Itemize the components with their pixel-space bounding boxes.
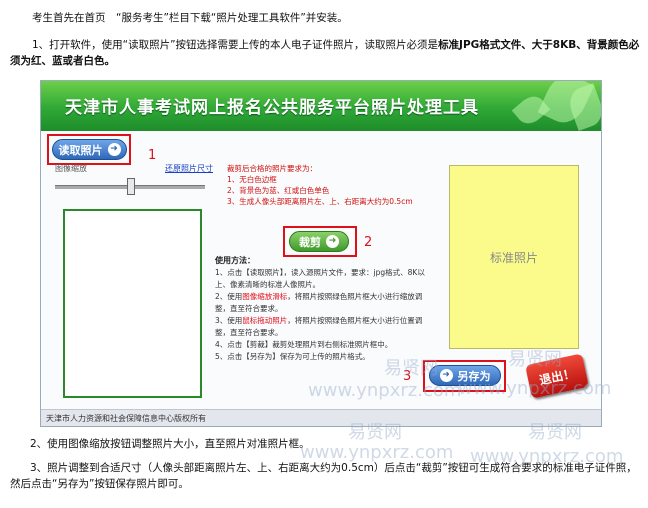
photo-crop-frame[interactable] <box>63 209 202 398</box>
app-title: 天津市人事考试网上报名公共服务平台照片处理工具 <box>65 98 479 118</box>
zoom-slider-thumb[interactable] <box>127 178 135 195</box>
usage-item: 3、使用鼠标拖动照片，将照片按照绿色照片框大小进行位置调整，直至符合要求。 <box>215 315 425 339</box>
read-photo-button[interactable]: 读取照片 ➜ <box>52 139 127 160</box>
marker-1: 1 <box>148 148 157 163</box>
usage-title: 使用方法： <box>215 256 255 265</box>
watermark: www.ynpxrz.com <box>300 442 454 463</box>
step1-text: 1、打开软件，使用“读取照片”按钮选择需要上传的本人电子证件照片，读取照片必须是… <box>10 37 642 69</box>
read-photo-label: 读取照片 <box>58 143 103 157</box>
photo-tool-window: 天津市人事考试网上报名公共服务平台照片处理工具 读取照片 ➜ 1 图像缩放 还原… <box>40 80 602 427</box>
step1-lead: 1、打开软件，使用“读取照片”按钮选择需要上传的本人电子证件照片，读取照片必须是 <box>32 39 439 51</box>
crop-button[interactable]: 裁剪 ➜ <box>289 231 349 252</box>
usage-item: 4、点击【剪裁】裁剪处理照片到右侧标准照片框中。 <box>215 340 393 349</box>
watermark: www.ynpxrz.com <box>308 380 462 401</box>
usage-highlight: 图像缩放滑标 <box>242 292 288 301</box>
watermark: 易贤网 <box>384 358 438 379</box>
zoom-label: 图像缩放 <box>55 164 87 173</box>
usage-item: 2、使用图像缩放滑标，将照片按照绿色照片框大小进行缩放调整，直至符合要求。 <box>215 291 425 315</box>
restore-size-link[interactable]: 还原照片尺寸 <box>165 163 213 174</box>
app-header: 天津市人事考试网上报名公共服务平台照片处理工具 <box>41 81 601 131</box>
watermark: www.ynpxrz.com <box>470 446 624 467</box>
usage-text: 2、使用 <box>215 292 243 301</box>
watermark: 易贤网 <box>508 349 562 370</box>
usage-text: 3、使用 <box>215 316 243 325</box>
copyright-text: 天津市人力资源和社会保障信息中心版权所有 <box>46 414 206 423</box>
requirements-title: 裁剪后合格的照片要求为： <box>227 164 317 173</box>
crop-label: 裁剪 <box>299 235 321 249</box>
requirement-item: 1、无白色边框 <box>227 175 277 184</box>
standard-photo-label: 标准照片 <box>489 250 538 265</box>
usage-highlight: 鼠标拖动照片 <box>242 316 288 325</box>
requirement-item: 2、背景色为蓝、红或白色单色 <box>227 186 330 195</box>
arrow-right-icon: ➜ <box>107 143 121 156</box>
app-footer: 天津市人力资源和社会保障信息中心版权所有 <box>41 409 601 426</box>
watermark: 易贤网 <box>348 422 402 443</box>
usage-item: 1、点击【读取照片】，读入源照片文件，要求：jpg格式、8K以上、像素清晰的标准… <box>215 268 425 289</box>
standard-photo-frame: 标准照片 <box>449 165 579 349</box>
requirement-item: 3、生成人像头部距离照片左、上、右距离大约为0.5cm <box>227 197 413 206</box>
arrow-right-icon: ➜ <box>326 235 339 248</box>
watermark: 易贤网 <box>528 422 582 443</box>
intro-text: 考生首先在首页 “服务考生”栏目下载“照片处理工具软件”并安装。 <box>32 12 348 24</box>
watermark: www.ynpxrz.com <box>458 378 612 399</box>
marker-2: 2 <box>364 235 373 250</box>
